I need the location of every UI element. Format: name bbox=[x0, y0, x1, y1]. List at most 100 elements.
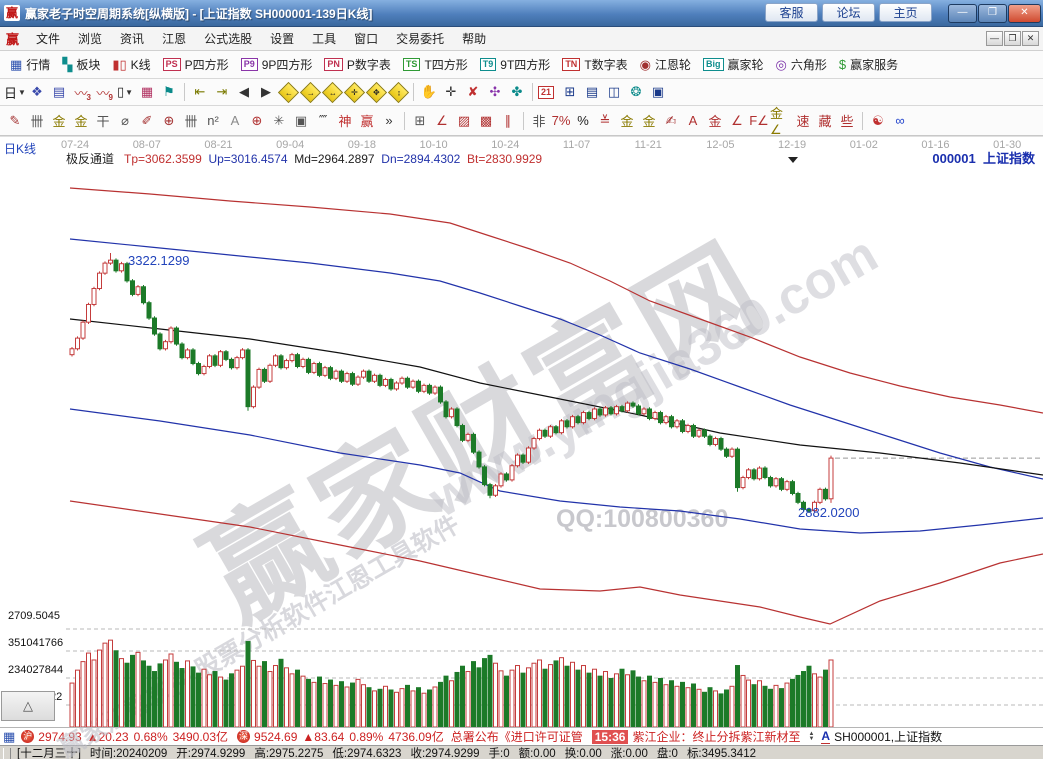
market-tool-hexagon[interactable]: ◎六角形 bbox=[770, 56, 833, 73]
draw-tool-tool[interactable]: ∥ bbox=[497, 111, 519, 131]
nav-tool-calendar[interactable]: 21 bbox=[537, 82, 559, 102]
pane-toggle-button[interactable]: △ bbox=[1, 691, 55, 721]
menu-item-江恩[interactable]: 江恩 bbox=[153, 29, 195, 49]
draw-tool-tool[interactable]: ⊕ bbox=[158, 111, 180, 131]
quote-grid-icon[interactable]: ▦ bbox=[3, 729, 15, 745]
draw-tool-tool[interactable]: n² bbox=[202, 111, 224, 131]
minimize-button[interactable]: — bbox=[948, 4, 977, 23]
nav-tool-diamond-horizontal[interactable]: ↔ bbox=[321, 82, 343, 102]
forum-button[interactable]: 论坛 bbox=[822, 3, 875, 22]
child-minimize-button[interactable]: — bbox=[986, 31, 1003, 46]
nav-tool-diamond-cross[interactable]: ✛ bbox=[343, 82, 365, 102]
draw-tool-tool[interactable]: 速 bbox=[792, 111, 814, 131]
draw-tool-tool[interactable]: ⊞ bbox=[409, 111, 431, 131]
draw-tool-tool[interactable]: 金∠ bbox=[770, 111, 792, 131]
close-button[interactable]: ✕ bbox=[1008, 4, 1041, 23]
market-tool-gann-wheel[interactable]: ◉江恩轮 bbox=[634, 56, 697, 73]
nav-tool-go-prev[interactable]: ◀ bbox=[233, 82, 255, 102]
menu-item-公式选股[interactable]: 公式选股 bbox=[195, 29, 261, 49]
draw-tool-tool[interactable]: 藏 bbox=[814, 111, 836, 131]
nav-tool-go-next[interactable]: ▶ bbox=[255, 82, 277, 102]
nav-tool-grid-pattern[interactable]: ▦ bbox=[136, 82, 158, 102]
market-tool-kline[interactable]: ▮▯K线 bbox=[106, 56, 156, 73]
draw-tool-tool[interactable]: 干 bbox=[92, 111, 114, 131]
draw-tool-tool[interactable]: A bbox=[224, 111, 246, 131]
draw-tool-tool[interactable]: 卌 bbox=[180, 111, 202, 131]
customer-service-button[interactable]: 客服 bbox=[765, 3, 818, 22]
draw-tool-tool[interactable]: A bbox=[682, 111, 704, 131]
stock-link-icon[interactable]: A bbox=[821, 729, 830, 744]
market-tool-t-square[interactable]: TST四方形 bbox=[397, 56, 474, 73]
nav-tool-note-doc[interactable]: ▤ bbox=[48, 82, 70, 102]
draw-tool-tool[interactable]: ∠ bbox=[431, 111, 453, 131]
draw-tool-tool[interactable]: ≚ bbox=[594, 111, 616, 131]
kline-chart-area[interactable]: 赢家财富网 www.yingjia360.com 赢家江恩软件 股票分析软件江恩… bbox=[0, 136, 1043, 727]
menu-item-浏览[interactable]: 浏览 bbox=[69, 29, 111, 49]
market-tool-p-table[interactable]: PNP数字表 bbox=[318, 56, 397, 73]
draw-tool-tool[interactable]: ✳ bbox=[268, 111, 290, 131]
menu-item-帮助[interactable]: 帮助 bbox=[453, 29, 495, 49]
nav-tool-knot-teal[interactable]: ✤ bbox=[506, 82, 528, 102]
draw-tool-tool[interactable]: 非 bbox=[528, 111, 550, 131]
draw-tool-tool[interactable]: ✎ bbox=[4, 111, 26, 131]
child-restore-button[interactable]: ❐ bbox=[1004, 31, 1021, 46]
draw-tool-tool[interactable]: 卌 bbox=[26, 111, 48, 131]
nav-tool-period-day[interactable]: 日▼ bbox=[4, 82, 26, 102]
nav-tool-go-first[interactable]: ⇤ bbox=[189, 82, 211, 102]
market-tool-quotes[interactable]: ▦行情 bbox=[4, 56, 56, 73]
draw-tool-tool[interactable]: ⁗ bbox=[312, 111, 334, 131]
market-tool-t-table[interactable]: TNT数字表 bbox=[556, 56, 633, 73]
draw-tool-tool[interactable]: 金 bbox=[616, 111, 638, 131]
child-close-button[interactable]: ✕ bbox=[1022, 31, 1039, 46]
nav-tool-diamond-left[interactable]: ← bbox=[277, 82, 299, 102]
draw-tool-tool[interactable]: 些 bbox=[836, 111, 858, 131]
period-label[interactable]: 日K线 bbox=[4, 140, 36, 157]
draw-tool-tool[interactable]: 金 bbox=[704, 111, 726, 131]
nav-tool-save-disk[interactable]: ◫ bbox=[603, 82, 625, 102]
nav-tool-flag-chart[interactable]: ⚑ bbox=[158, 82, 180, 102]
draw-tool-tool[interactable]: 神 bbox=[334, 111, 356, 131]
draw-tool-tool[interactable]: ✐ bbox=[136, 111, 158, 131]
restore-button[interactable]: ❐ bbox=[978, 4, 1007, 23]
nav-tool-net-disk[interactable]: ❂ bbox=[625, 82, 647, 102]
draw-tool-tool[interactable]: ⊕ bbox=[246, 111, 268, 131]
news-headline-left[interactable]: 总署公布《进口许可证管 bbox=[451, 728, 583, 745]
nav-tool-hand-tool[interactable]: ✋ bbox=[418, 82, 440, 102]
market-tool-sectors[interactable]: ▚板块 bbox=[56, 56, 106, 73]
menu-item-设置[interactable]: 设置 bbox=[261, 29, 303, 49]
draw-tool-tool[interactable]: ∠ bbox=[726, 111, 748, 131]
market-tool-p-square[interactable]: PSP四方形 bbox=[157, 56, 235, 73]
nav-tool-crosshair-tool[interactable]: ✛ bbox=[440, 82, 462, 102]
nav-tool-notepad[interactable]: ▤ bbox=[581, 82, 603, 102]
menu-item-资讯[interactable]: 资讯 bbox=[111, 29, 153, 49]
draw-tool-tool[interactable]: 金 bbox=[70, 111, 92, 131]
menu-item-文件[interactable]: 文件 bbox=[27, 29, 69, 49]
market-tool-winner-wheel[interactable]: Big赢家轮 bbox=[697, 56, 770, 73]
news-headline-right[interactable]: 紫江企业：终止分拆紫江新材至 bbox=[632, 728, 800, 745]
market-tool-9p-square[interactable]: P99P四方形 bbox=[235, 56, 319, 73]
market-tool-9t-square[interactable]: T99T四方形 bbox=[474, 56, 557, 73]
nav-tool-wave-3min[interactable]: 〰3 bbox=[70, 82, 92, 102]
nav-tool-calculator[interactable]: ⊞ bbox=[559, 82, 581, 102]
nav-tool-diamond-all[interactable]: ✥ bbox=[365, 82, 387, 102]
draw-tool-tool[interactable]: 金 bbox=[48, 111, 70, 131]
draw-tool-tool[interactable]: % bbox=[572, 111, 594, 131]
draw-tool-tool[interactable]: ▨ bbox=[453, 111, 475, 131]
draw-tool-tool[interactable]: 赢 bbox=[356, 111, 378, 131]
nav-tool-erase-tool[interactable]: ✘ bbox=[462, 82, 484, 102]
menu-item-工具[interactable]: 工具 bbox=[303, 29, 345, 49]
draw-tool-tool[interactable]: ☯ bbox=[867, 111, 889, 131]
nav-tool-candle-style[interactable]: ▯▼ bbox=[114, 82, 136, 102]
market-tool-winner-service[interactable]: $赢家服务 bbox=[833, 56, 904, 73]
homepage-button[interactable]: 主页 bbox=[879, 3, 932, 22]
draw-tool-tool[interactable]: F∠ bbox=[748, 111, 770, 131]
draw-tool-tool[interactable]: ∞ bbox=[889, 111, 911, 131]
nav-tool-diamond-right[interactable]: → bbox=[299, 82, 321, 102]
nav-tool-diamond-vertical[interactable]: ↕ bbox=[387, 82, 409, 102]
menu-item-窗口[interactable]: 窗口 bbox=[345, 29, 387, 49]
draw-tool-tool[interactable]: 7% bbox=[550, 111, 572, 131]
nav-tool-pattern-window[interactable]: ❖ bbox=[26, 82, 48, 102]
news-scroll-spinner[interactable]: ▲▼ bbox=[808, 732, 814, 742]
candlestick-volume-plot[interactable] bbox=[0, 137, 1043, 727]
nav-tool-knot-purple[interactable]: ✣ bbox=[484, 82, 506, 102]
